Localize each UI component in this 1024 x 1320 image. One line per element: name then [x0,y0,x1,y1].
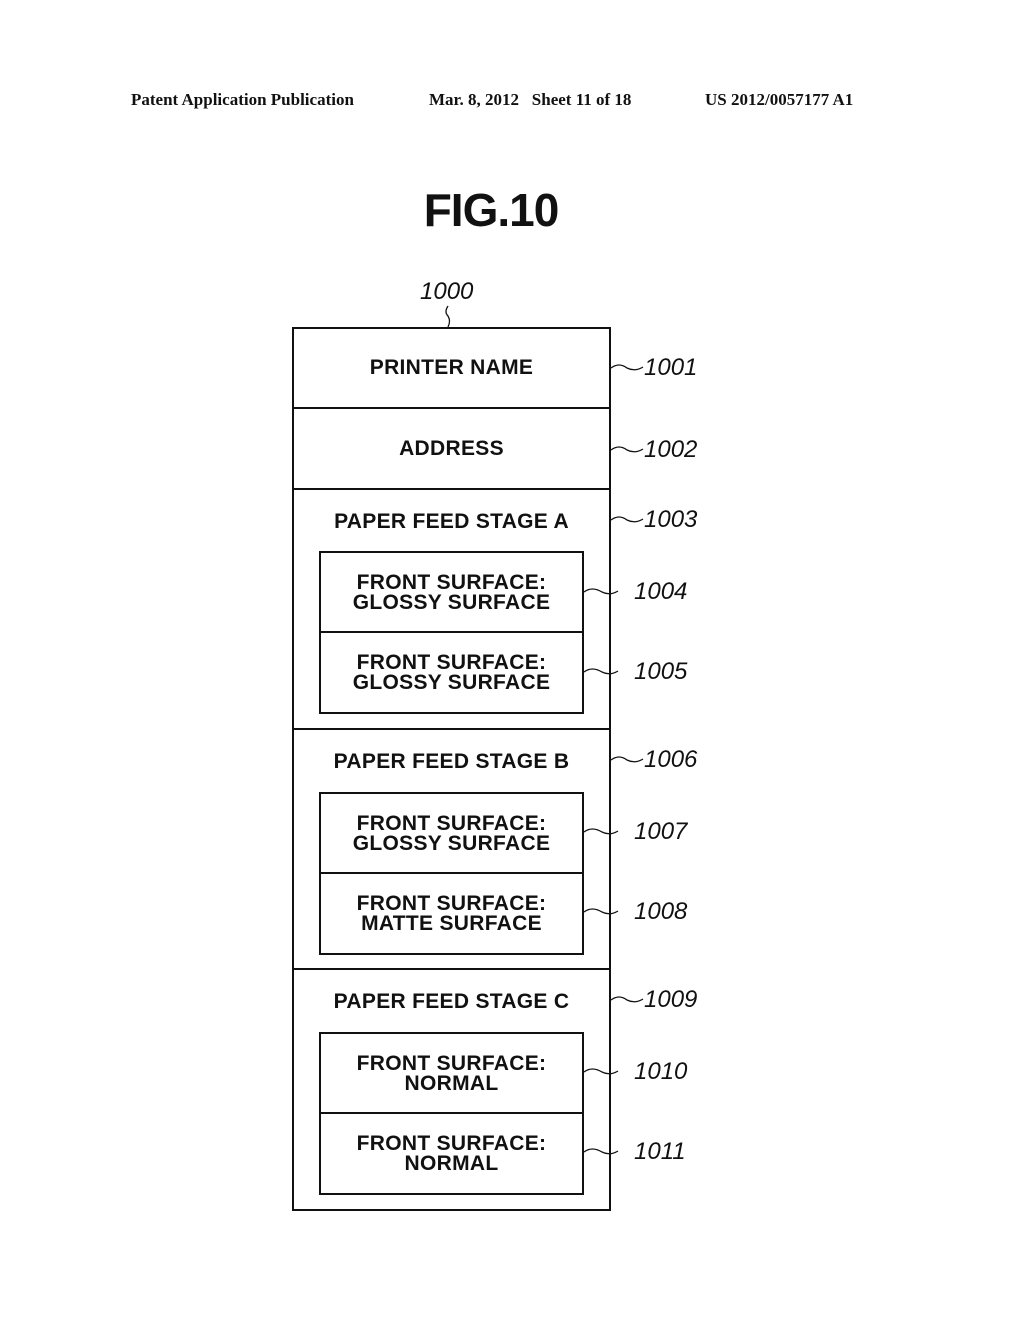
leader-1001 [610,364,644,371]
divider [292,488,611,490]
entry-line1: FRONT SURFACE: [356,571,547,594]
leader-1002 [610,446,644,453]
leader-1009 [610,996,644,1003]
leader-1006 [610,756,644,763]
ref-1006: 1006 [644,746,698,773]
leader-1000 [445,305,451,328]
stage-b-label: PAPER FEED STAGE B [333,750,570,773]
stage-a-entry-2: FRONT SURFACE: GLOSSY SURFACE [319,631,584,714]
ref-1011: 1011 [634,1138,686,1165]
ref-1001: 1001 [644,354,698,381]
entry-line2: NORMAL [404,1072,499,1095]
entry-line2: GLOSSY SURFACE [352,591,551,614]
ref-1008: 1008 [634,898,688,925]
ref-1003: 1003 [644,506,698,533]
stage-a-label: PAPER FEED STAGE A [334,510,569,533]
stage-b-entry-1: FRONT SURFACE: GLOSSY SURFACE [319,792,584,874]
stage-c-entry-1: FRONT SURFACE: NORMAL [319,1032,584,1114]
ref-1004: 1004 [634,578,688,605]
entry-line1: FRONT SURFACE: [356,812,547,835]
date-sheet: Mar. 8, 2012 Sheet 11 of 18 [429,90,632,109]
printer-name-field: PRINTER NAME [369,356,534,379]
entry-line1: FRONT SURFACE: [356,892,547,915]
leader-1003 [610,516,644,523]
ref-1007: 1007 [634,818,688,845]
stage-b-entry-2: FRONT SURFACE: MATTE SURFACE [319,872,584,955]
ref-1010: 1010 [634,1058,688,1085]
ref-1005: 1005 [634,658,688,685]
address-field: ADDRESS [399,437,504,460]
publication-label: Patent Application Publication [131,90,354,109]
entry-line1: FRONT SURFACE: [356,651,547,674]
stage-c-entry-2: FRONT SURFACE: NORMAL [319,1112,584,1195]
ref-1002: 1002 [644,436,698,463]
ref-1009: 1009 [644,986,698,1013]
divider [292,407,611,409]
entry-line1: FRONT SURFACE: [356,1052,547,1075]
ref-1000: 1000 [420,278,474,305]
entry-line2: MATTE SURFACE [361,912,542,935]
entry-line2: GLOSSY SURFACE [352,832,551,855]
figure-title: FIG.10 [423,184,560,236]
divider [292,728,611,730]
stage-a-entry-1: FRONT SURFACE: GLOSSY SURFACE [319,551,584,633]
entry-line2: GLOSSY SURFACE [352,671,551,694]
stage-c-label: PAPER FEED STAGE C [333,990,570,1013]
divider [292,968,611,970]
patent-number: US 2012/0057177 A1 [705,90,854,109]
entry-line2: NORMAL [404,1152,499,1175]
entry-line1: FRONT SURFACE: [356,1132,547,1155]
